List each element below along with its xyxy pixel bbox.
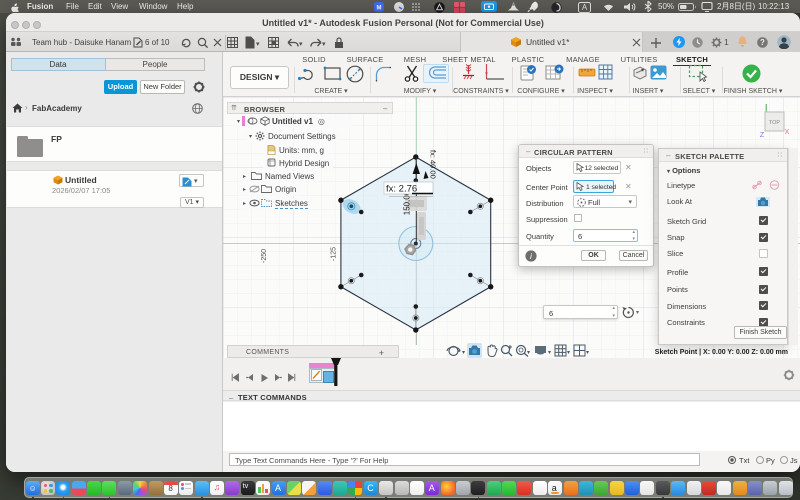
svg-text:fx: 40.00: fx: 40.00 [428,150,437,179]
svg-text:Z: Z [760,132,765,139]
svg-text:-125: -125 [331,247,338,261]
svg-text:-250: -250 [261,249,268,263]
svg-text:TOP: TOP [769,120,781,126]
svg-text:X: X [785,129,790,136]
svg-text:A: A [582,3,588,12]
svg-text:M: M [377,6,382,12]
svg-text:?: ? [760,38,765,47]
